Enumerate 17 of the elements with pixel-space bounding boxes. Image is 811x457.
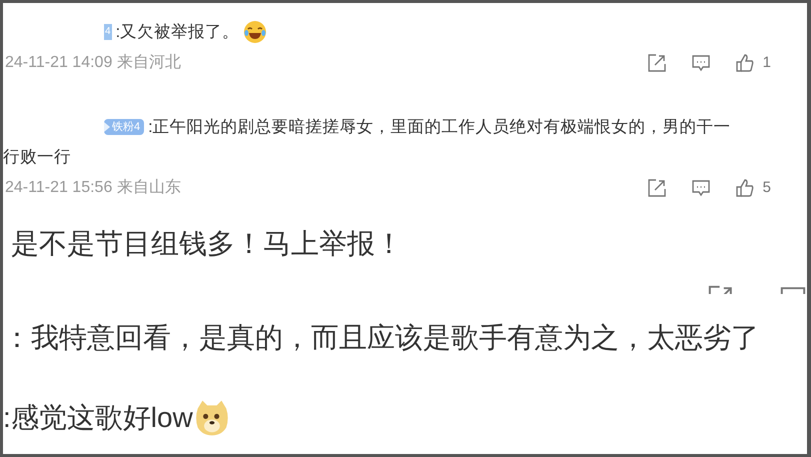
comment-text: 行败一行 (3, 148, 71, 166)
laughing-emoji-icon (243, 20, 268, 44)
comment-text: :感觉这歌好low (3, 401, 193, 435)
comment-text: ：我特意回看，是真的，而且应该是歌手有意为之，太恶劣了 (3, 321, 759, 355)
comment-meta: 24-11-21 14:09 来自河北 (4, 52, 181, 73)
fan-badge: 铁粉4 (104, 119, 144, 135)
level-badge: 4 (104, 24, 112, 40)
comment-text: :又欠被举报了。 (116, 22, 240, 43)
share-icon[interactable] (646, 53, 667, 73)
comment-text: 是不是节目组钱多！马上举报！ (10, 227, 404, 261)
thumbs-up-icon[interactable] (734, 178, 755, 198)
like-count: 1 (762, 52, 771, 73)
comment-meta: 24-11-21 15:56 来自山东 (4, 178, 181, 198)
share-icon[interactable] (646, 178, 667, 198)
thumbs-up-icon[interactable] (734, 53, 755, 73)
comment-text: :正午阳光的剧总要暗搓搓辱女，里面的工作人员绝对有极端恨女的，男的干一 (148, 117, 731, 138)
like-count: 5 (762, 178, 771, 198)
